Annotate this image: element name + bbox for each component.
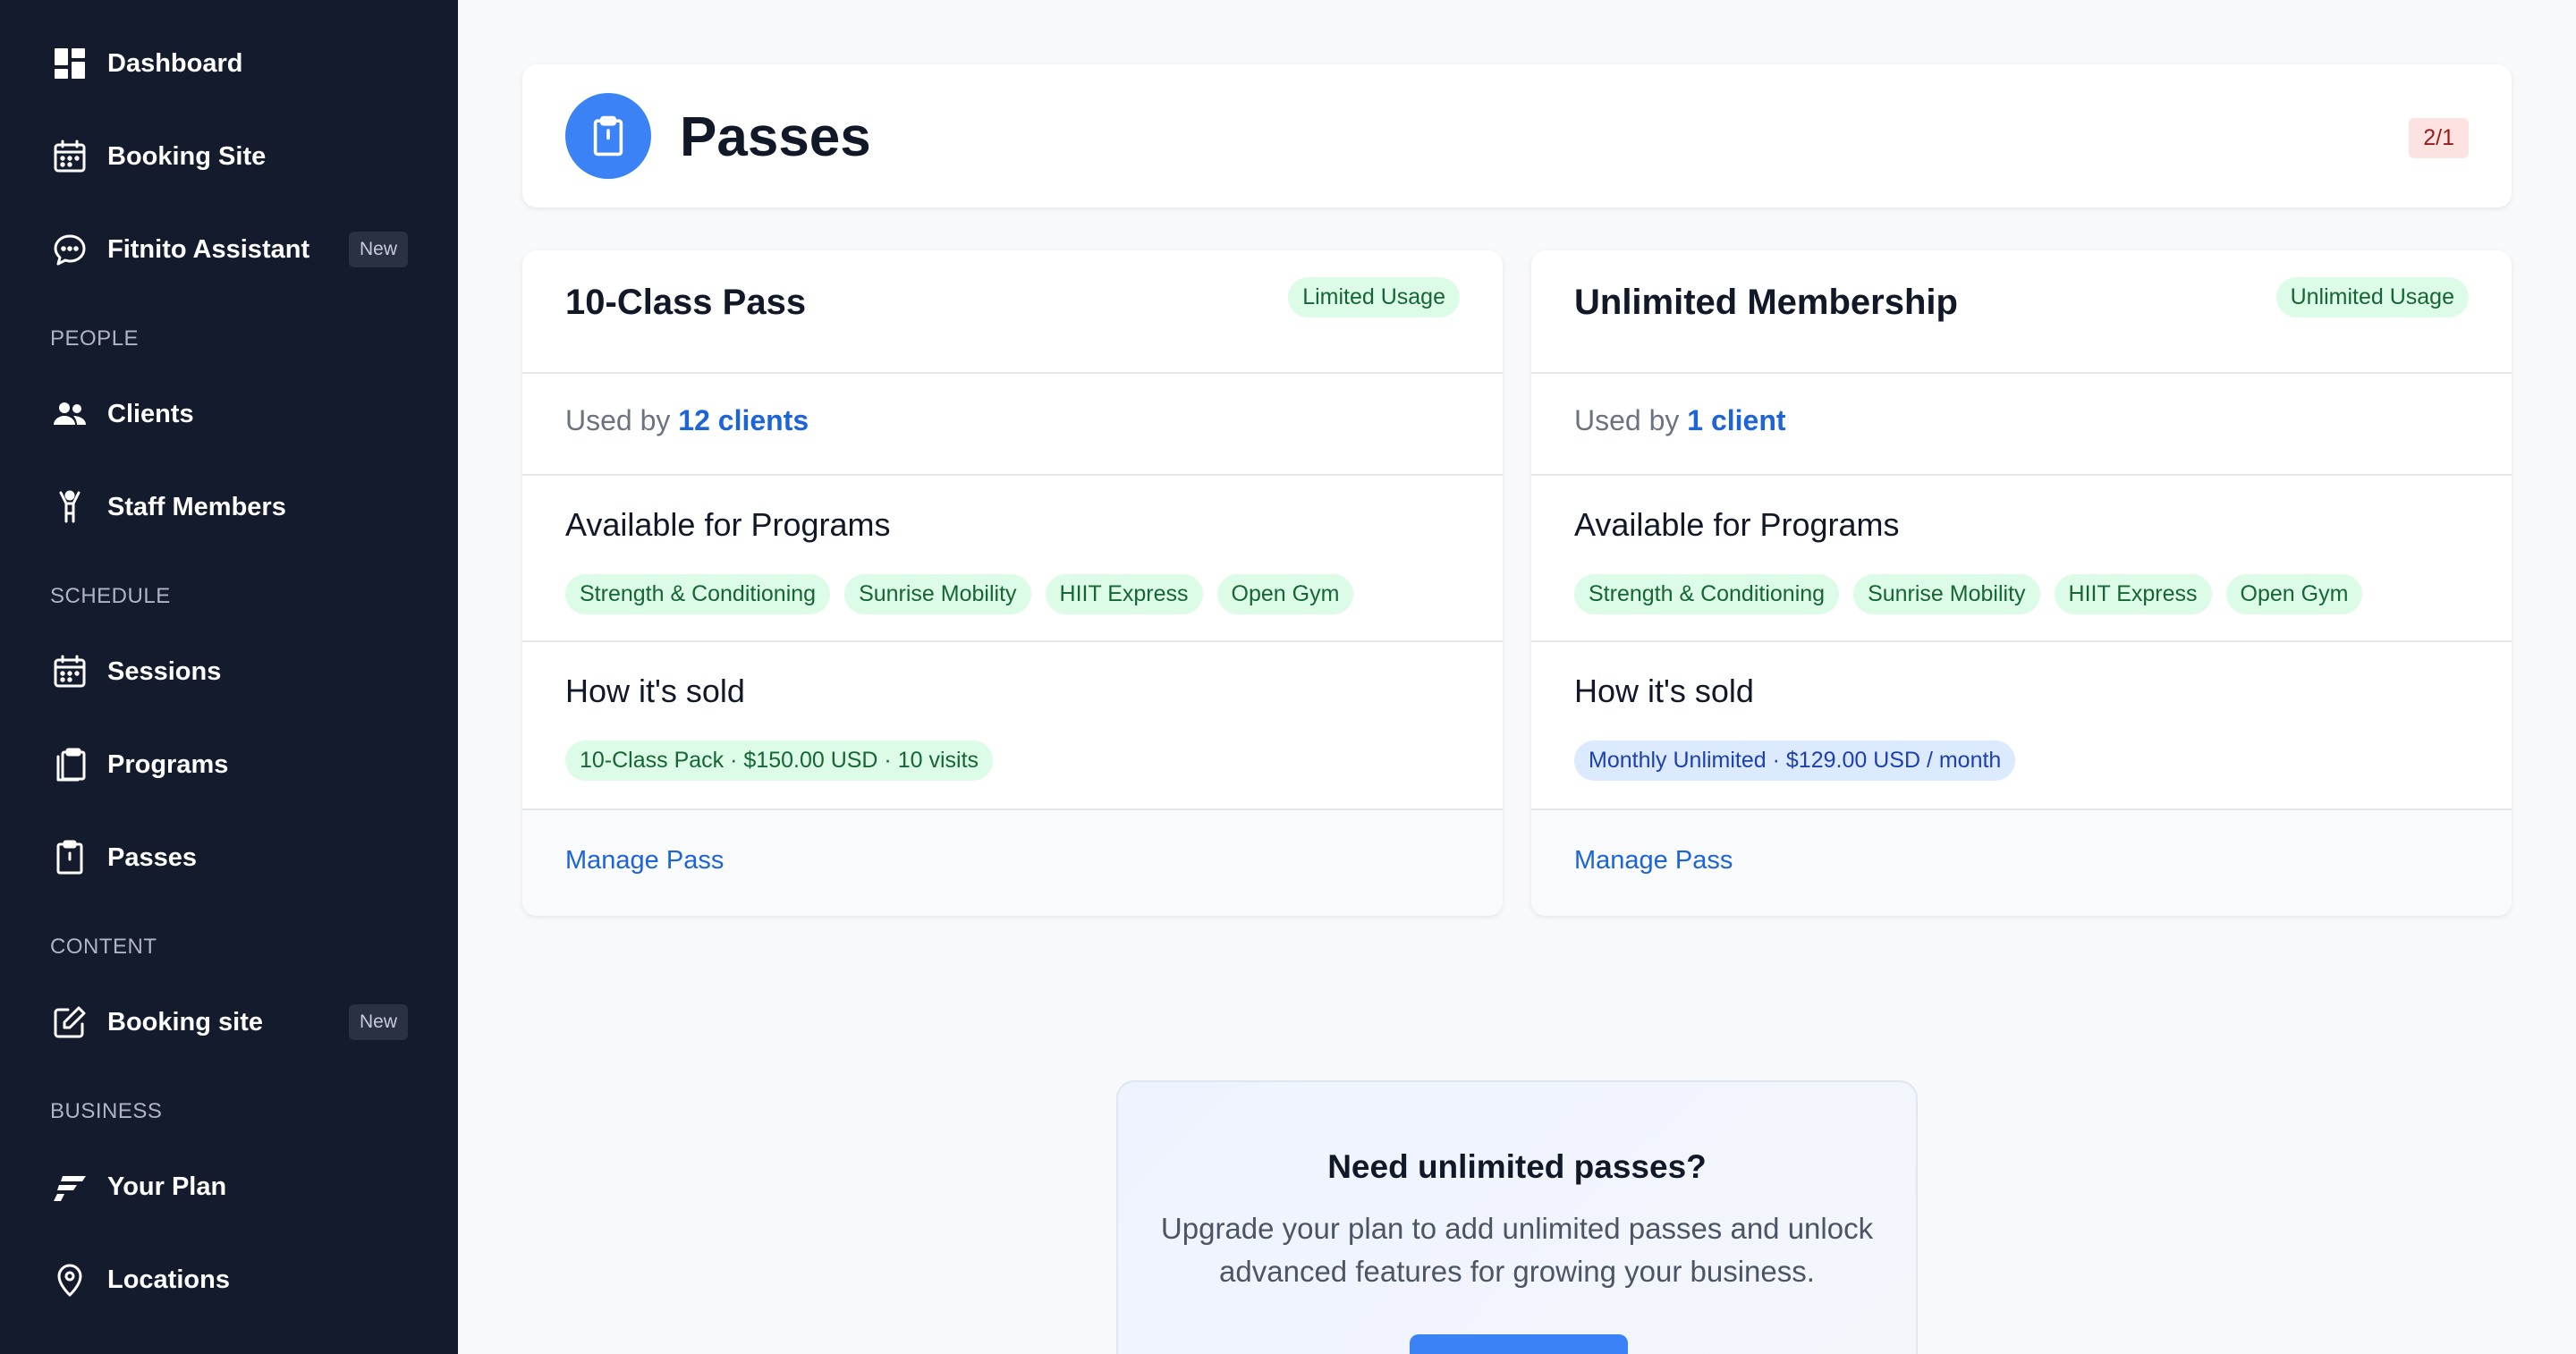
- used-by-text: Used by 12 clients: [565, 404, 809, 437]
- section-label-content: CONTENT: [50, 935, 157, 959]
- section-label-people: PEOPLE: [50, 326, 140, 351]
- sidebar-item-label: Dashboard: [107, 48, 243, 78]
- programs-heading: Available for Programs: [1574, 506, 1900, 543]
- manage-pass-link[interactable]: Manage Pass: [565, 846, 724, 876]
- card-footer: Manage Pass: [522, 808, 1503, 916]
- program-chip: Sunrise Mobility: [1853, 574, 2040, 614]
- sidebar-item-staff-members[interactable]: Staff Members: [50, 480, 408, 534]
- program-chip: Strength & Conditioning: [1574, 574, 1840, 614]
- clipboard-icon: [50, 838, 89, 877]
- sidebar-item-label: Sessions: [107, 656, 222, 686]
- pass-count-badge: 2/1: [2409, 118, 2469, 158]
- sidebar-item-label: Booking Site: [107, 141, 267, 171]
- location-pin-icon: [50, 1260, 89, 1299]
- program-chip: Sunrise Mobility: [844, 574, 1031, 614]
- pricing-chip: 10-Class Pack · $150.00 USD · 10 visits: [565, 740, 994, 781]
- promo-title: Need unlimited passes?: [1327, 1148, 1707, 1185]
- dashboard-icon: [50, 44, 89, 83]
- edit-icon: [50, 1003, 89, 1042]
- new-badge: New: [348, 232, 408, 267]
- sidebar: Dashboard Booking Site Fitnito Assistant…: [0, 0, 458, 1354]
- sidebar-item-your-plan[interactable]: Your Plan: [50, 1160, 408, 1214]
- used-by-prefix: Used by: [565, 404, 671, 436]
- divider: [1531, 474, 2512, 476]
- section-label-business: BUSINESS: [50, 1099, 163, 1123]
- program-chips: Strength & Conditioning Sunrise Mobility…: [1574, 574, 2363, 614]
- divider: [522, 640, 1503, 642]
- programs-heading: Available for Programs: [565, 506, 891, 543]
- pricing-chips: 10-Class Pack · $150.00 USD · 10 visits: [565, 740, 994, 781]
- divider: [522, 808, 1503, 810]
- pass-title: 10-Class Pass: [565, 283, 807, 322]
- divider: [1531, 808, 2512, 810]
- sidebar-item-label: Clients: [107, 399, 194, 428]
- program-chips: Strength & Conditioning Sunrise Mobility…: [565, 574, 1354, 614]
- sidebar-item-label: Passes: [107, 842, 197, 872]
- sidebar-item-label: Fitnito Assistant: [107, 234, 310, 264]
- sidebar-item-clients[interactable]: Clients: [50, 387, 408, 441]
- promo-text: Upgrade your plan to add unlimited passe…: [1160, 1212, 1874, 1288]
- divider: [522, 474, 1503, 476]
- sidebar-item-label: Programs: [107, 749, 229, 779]
- pricing-chips: Monthly Unlimited · $129.00 USD / month: [1574, 740, 2016, 781]
- clipboard-stack-icon: [50, 745, 89, 784]
- sidebar-item-locations[interactable]: Locations: [50, 1253, 408, 1307]
- upgrade-promo: Need unlimited passes? Upgrade your plan…: [1116, 1080, 1918, 1354]
- program-chip: HIIT Express: [2054, 574, 2212, 614]
- program-chip: Open Gym: [1216, 574, 1354, 614]
- sidebar-item-fitnito-assistant[interactable]: Fitnito Assistant New: [50, 223, 408, 276]
- sidebar-item-sessions[interactable]: Sessions: [50, 645, 408, 698]
- plan-logo-icon: [50, 1167, 89, 1206]
- pricing-chip: Monthly Unlimited · $129.00 USD / month: [1574, 740, 2016, 781]
- sidebar-item-booking-site-content[interactable]: Booking site New: [50, 995, 408, 1049]
- program-chip: HIIT Express: [1045, 574, 1203, 614]
- chat-icon: [50, 230, 89, 269]
- used-by-clients-link[interactable]: 1 client: [1687, 404, 1785, 436]
- usage-badge: Limited Usage: [1288, 277, 1460, 317]
- calendar-icon: [50, 652, 89, 691]
- sidebar-item-programs[interactable]: Programs: [50, 738, 408, 791]
- page-title: Passes: [680, 106, 871, 168]
- page-header: Passes 2/1: [522, 64, 2512, 207]
- clipboard-icon: [565, 93, 651, 179]
- person-icon: [50, 487, 89, 527]
- calendar-icon: [50, 137, 89, 176]
- sidebar-item-booking-site[interactable]: Booking Site: [50, 130, 408, 183]
- pass-card: 10-Class Pass Limited Usage Used by 12 c…: [522, 250, 1503, 916]
- pass-title: Unlimited Membership: [1574, 283, 1958, 322]
- program-chip: Open Gym: [2225, 574, 2363, 614]
- usage-badge: Unlimited Usage: [2275, 277, 2469, 317]
- users-icon: [50, 394, 89, 434]
- sidebar-item-passes[interactable]: Passes: [50, 831, 408, 884]
- how-sold-heading: How it's sold: [1574, 673, 1754, 709]
- divider: [1531, 640, 2512, 642]
- used-by-prefix: Used by: [1574, 404, 1680, 436]
- used-by-text: Used by 1 client: [1574, 404, 1786, 437]
- sidebar-item-label: Staff Members: [107, 492, 286, 521]
- manage-pass-link[interactable]: Manage Pass: [1574, 846, 1733, 876]
- divider: [1531, 372, 2512, 374]
- section-label-schedule: SCHEDULE: [50, 584, 171, 608]
- upgrade-button[interactable]: [1410, 1334, 1628, 1354]
- divider: [522, 372, 1503, 374]
- pass-card: Unlimited Membership Unlimited Usage Use…: [1531, 250, 2512, 916]
- used-by-clients-link[interactable]: 12 clients: [678, 404, 809, 436]
- sidebar-item-label: Your Plan: [107, 1172, 227, 1201]
- sidebar-item-dashboard[interactable]: Dashboard: [50, 37, 408, 90]
- card-footer: Manage Pass: [1531, 808, 2512, 916]
- new-badge: New: [348, 1004, 408, 1040]
- sidebar-item-label: Locations: [107, 1265, 230, 1294]
- sidebar-item-label: Booking site: [107, 1007, 264, 1037]
- program-chip: Strength & Conditioning: [565, 574, 831, 614]
- how-sold-heading: How it's sold: [565, 673, 745, 709]
